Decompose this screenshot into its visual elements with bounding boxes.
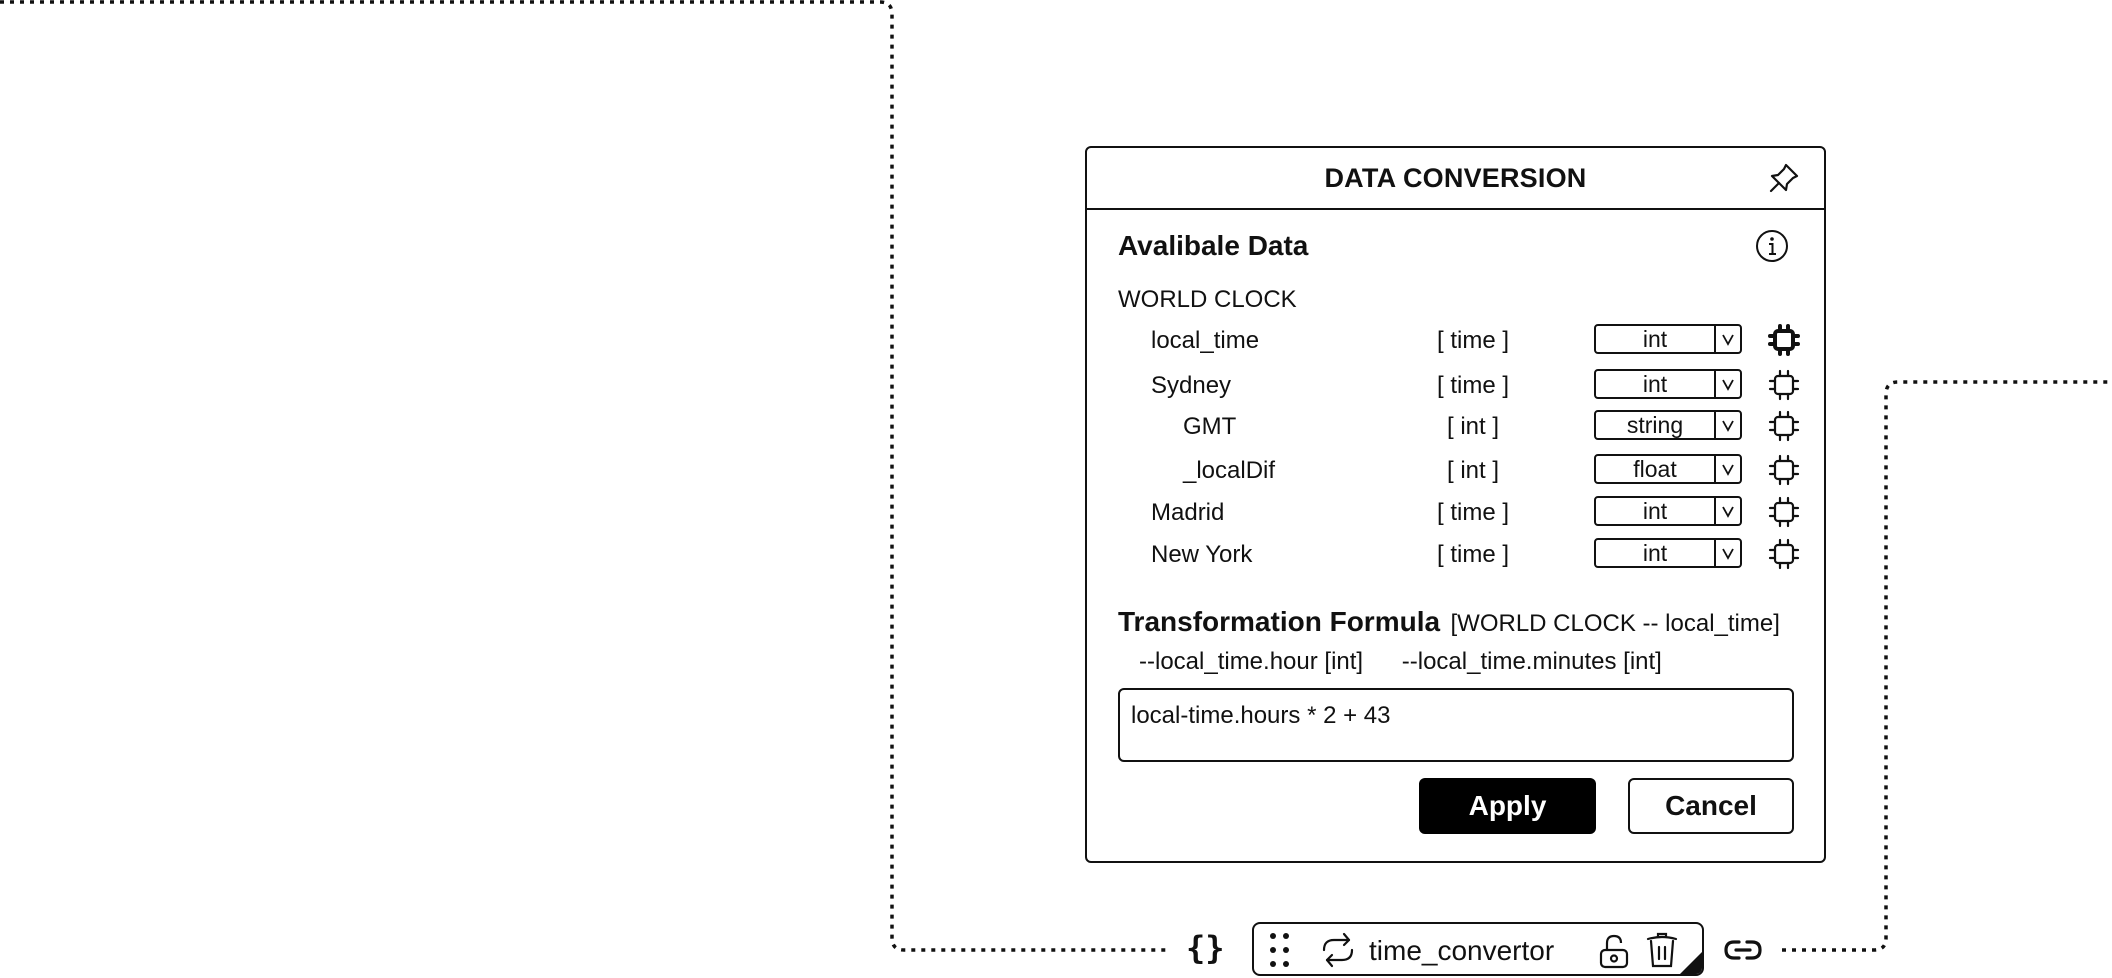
type-select[interactable]: int (1594, 369, 1742, 399)
chip-icon[interactable] (1767, 368, 1801, 402)
type-select[interactable]: int (1594, 538, 1742, 568)
type-select-value: int (1642, 371, 1668, 397)
type-select-value: int (1642, 540, 1668, 566)
info-icon[interactable] (1754, 228, 1790, 264)
link-icon[interactable] (1722, 933, 1764, 967)
chevron-down-icon[interactable] (1714, 540, 1740, 566)
data-row[interactable]: New York [ time ] int (1087, 538, 1824, 570)
drag-handle-icon[interactable] (1268, 931, 1292, 969)
formula-input[interactable]: local-time.hours * 2 + 43 (1118, 688, 1794, 762)
panel-header: DATA CONVERSION (1087, 148, 1824, 210)
formula-hint-minutes: --local_time.minutes [int] (1401, 648, 1662, 675)
data-row-name: New York (1151, 541, 1253, 568)
formula-hints: --local_time.hour [int] --local_time.min… (1139, 648, 1694, 676)
data-row-name: Sydney (1151, 372, 1232, 399)
trash-icon[interactable] (1644, 930, 1680, 970)
node-label: time_convertor (1369, 935, 1555, 966)
data-row[interactable]: Madrid [ time ] int (1087, 496, 1824, 528)
data-row[interactable]: local_time [ time ] int (1087, 324, 1824, 356)
data-row-name: Madrid (1151, 499, 1225, 526)
formula-hint-hour: --local_time.hour [int] (1139, 648, 1364, 675)
data-row[interactable]: _localDif [ int ] float (1087, 454, 1824, 486)
data-row[interactable]: Sydney [ time ] int (1087, 369, 1824, 401)
chevron-down-icon[interactable] (1714, 498, 1740, 524)
chip-icon[interactable] (1767, 409, 1801, 443)
data-row-name: local_time (1151, 327, 1260, 354)
data-row-type: [ int ] (1446, 413, 1500, 440)
data-row[interactable]: GMT [ int ] string (1087, 410, 1824, 442)
resize-corner[interactable] (1680, 952, 1702, 974)
type-select-value: int (1642, 498, 1668, 524)
data-row-type: [ time ] (1436, 372, 1509, 399)
type-select[interactable]: int (1594, 324, 1742, 354)
data-row-type: [ int ] (1446, 457, 1500, 484)
panel-title: DATA CONVERSION (1324, 162, 1587, 193)
data-row-type: [ time ] (1436, 499, 1509, 526)
formula-context: [WORLD CLOCK -- local_time] (1450, 610, 1780, 637)
chevron-down-icon[interactable] (1714, 456, 1740, 482)
data-row-name: _localDif (1183, 457, 1276, 484)
lock-icon[interactable] (1596, 932, 1632, 970)
data-row-type: [ time ] (1436, 541, 1509, 568)
formula-title: Transformation Formula (1118, 606, 1441, 637)
cancel-button[interactable]: Cancel (1628, 778, 1794, 834)
time-convertor-node[interactable]: time_convertor (1252, 922, 1704, 976)
braces-icon[interactable]: {} (1186, 929, 1225, 967)
chip-icon[interactable] (1767, 495, 1801, 529)
pin-icon[interactable] (1766, 160, 1802, 196)
type-select-value: string (1626, 412, 1684, 438)
formula-header: Transformation Formula [WORLD CLOCK -- l… (1118, 606, 1780, 638)
data-conversion-panel: DATA CONVERSION Avalibale Data WORLD CLO… (1085, 146, 1826, 863)
type-select[interactable]: float (1594, 454, 1742, 484)
chevron-down-icon[interactable] (1714, 371, 1740, 397)
chip-icon[interactable] (1767, 537, 1801, 571)
apply-button[interactable]: Apply (1419, 778, 1596, 834)
group-label-world-clock: WORLD CLOCK (1118, 286, 1297, 313)
type-select-value: int (1642, 326, 1668, 352)
chevron-down-icon[interactable] (1714, 412, 1740, 438)
available-data-title: Avalibale Data (1118, 230, 1309, 261)
type-select[interactable]: int (1594, 496, 1742, 526)
sync-icon (1322, 932, 1354, 968)
chip-icon[interactable] (1767, 453, 1801, 487)
data-row-type: [ time ] (1436, 327, 1509, 354)
type-select[interactable]: string (1594, 410, 1742, 440)
chevron-down-icon[interactable] (1714, 326, 1740, 352)
chip-icon[interactable] (1767, 323, 1801, 357)
data-row-name: GMT (1183, 413, 1237, 440)
type-select-value: float (1633, 456, 1677, 482)
